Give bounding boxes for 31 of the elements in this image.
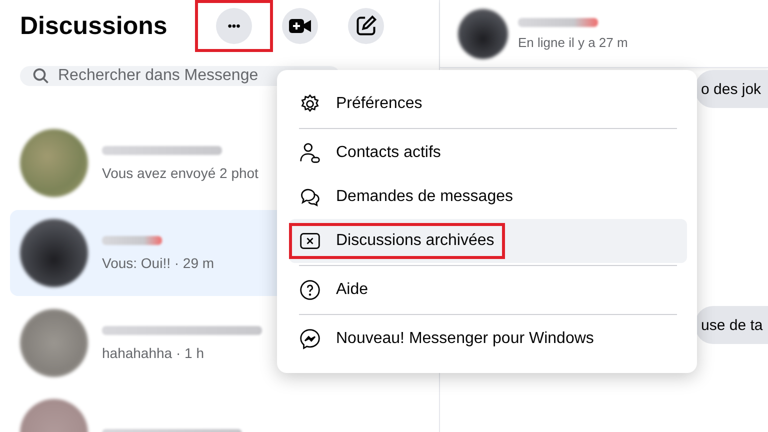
message-bubble: use de ta (695, 306, 768, 344)
compose-button[interactable] (348, 8, 384, 44)
menu-item[interactable]: Discussions archivées (289, 219, 687, 263)
menu-item-label: Préférences (336, 95, 422, 113)
search-icon (32, 67, 50, 85)
video-camera-icon (288, 17, 312, 35)
menu-item[interactable]: Contacts actifs (289, 131, 687, 175)
person-icon (299, 142, 321, 164)
help-icon (299, 279, 321, 301)
compose-icon (355, 15, 377, 37)
message-preview: Vous: Oui!! · 29 m (102, 254, 214, 270)
menu-item-label: Contacts actifs (336, 144, 441, 162)
menu-item-label: Nouveau! Messenger pour Windows (336, 330, 594, 348)
avatar (20, 219, 88, 287)
close-icon (299, 230, 321, 252)
menu-item-label: Demandes de messages (336, 188, 513, 206)
avatar (20, 309, 88, 377)
message-bubble: o des jok (695, 70, 768, 108)
online-status: En ligne il y a 27 m (518, 34, 628, 50)
messenger-icon (299, 328, 321, 350)
redacted-name (102, 236, 162, 244)
video-call-button[interactable] (282, 8, 318, 44)
chat-bubbles-icon (299, 186, 321, 208)
avatar (458, 8, 508, 58)
sidebar-title: Discussions (20, 12, 168, 40)
avatar (20, 129, 88, 197)
more-button[interactable]: ••• (216, 8, 252, 44)
message-preview: Vous avez envoyé 2 phot (102, 164, 258, 180)
menu-item-label: Aide (336, 281, 368, 299)
menu-item[interactable]: Nouveau! Messenger pour Windows (289, 317, 687, 361)
message-preview: hahahahha · 1 h (102, 344, 205, 360)
